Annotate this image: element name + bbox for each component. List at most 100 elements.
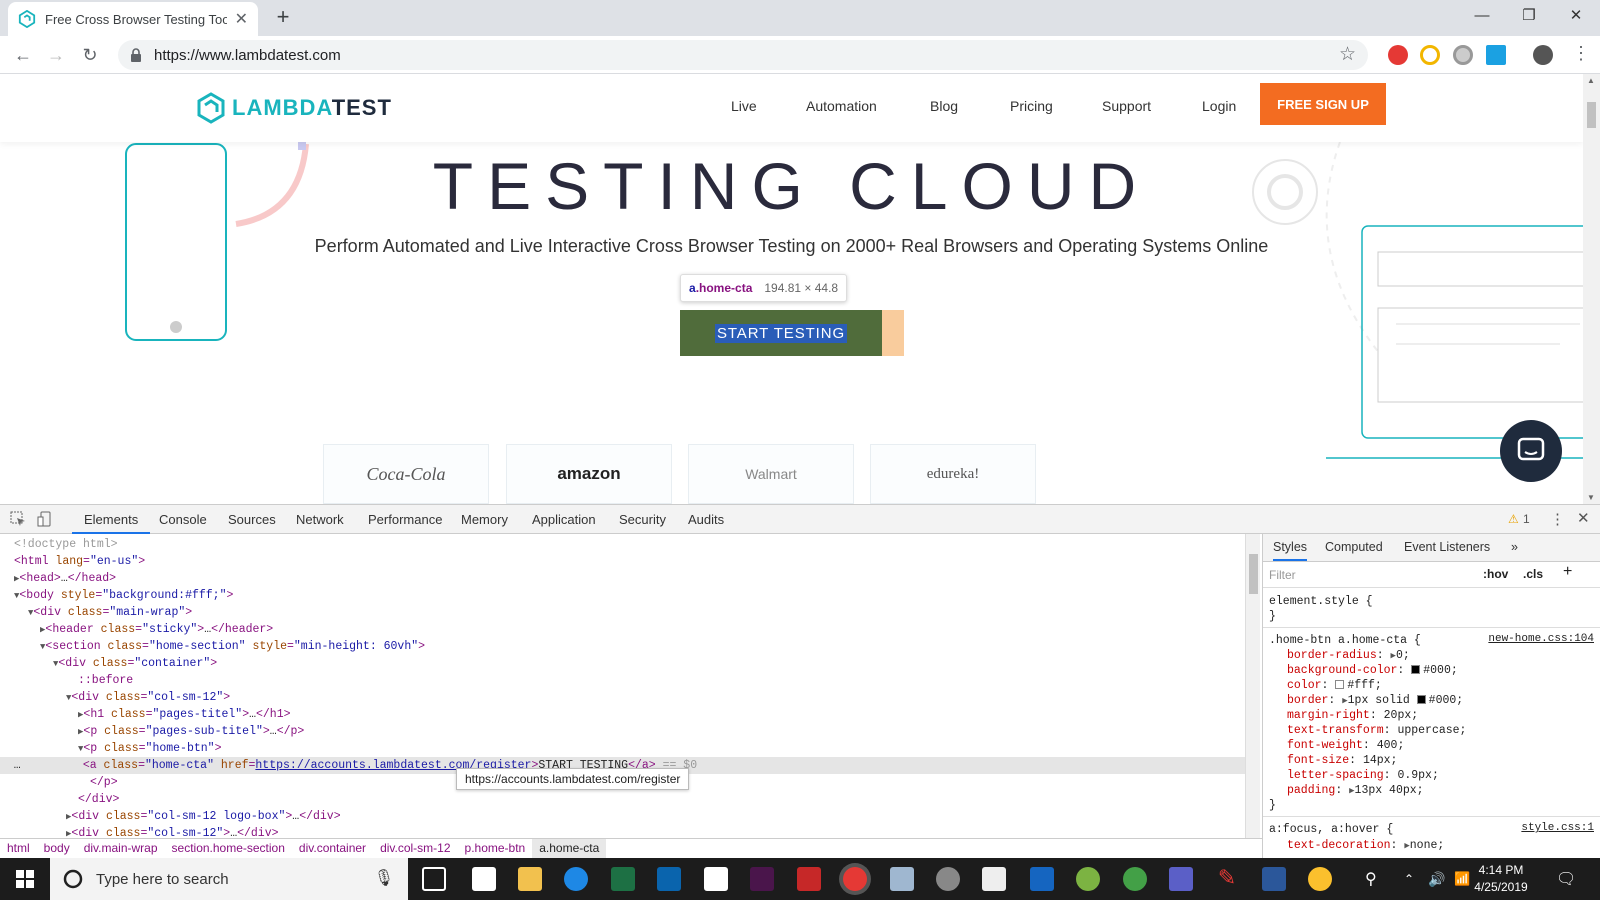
lambdatest-logo[interactable]: LAMBDATEST — [196, 92, 392, 124]
dom-node[interactable]: ▼<div class="main-wrap"> — [28, 604, 1245, 621]
breadcrumb-item[interactable]: div.container — [292, 839, 373, 858]
dom-node[interactable]: ▼<p class="home-btn"> — [78, 740, 1245, 757]
breadcrumb-item[interactable]: section.home-section — [165, 839, 292, 858]
reload-icon[interactable]: ↻ — [77, 43, 103, 69]
inspect-element-icon[interactable] — [10, 511, 26, 527]
internet-explorer-icon[interactable] — [564, 867, 588, 891]
warning-icon[interactable]: ⚠ — [1508, 512, 1519, 526]
breadcrumb-item[interactable]: div.col-sm-12 — [373, 839, 457, 858]
rule-property[interactable]: padding: ▶13px 40px; — [1287, 783, 1424, 798]
people-icon[interactable]: ⚲ — [1365, 858, 1377, 900]
rule-property[interactable]: font-weight: 400; — [1287, 738, 1404, 753]
breadcrumb-item[interactable]: html — [0, 839, 37, 858]
nav-live[interactable]: Live — [731, 98, 757, 114]
dom-node[interactable]: ▶<header class="sticky">…</header> — [40, 621, 1245, 638]
word-icon[interactable] — [1262, 867, 1286, 891]
device-toolbar-icon[interactable] — [37, 511, 53, 527]
calculator-icon[interactable] — [982, 867, 1006, 891]
color-swatch[interactable] — [1335, 680, 1345, 689]
forward-icon[interactable]: → — [43, 43, 69, 69]
tab-application[interactable]: Application — [532, 505, 596, 534]
taskbar-clock[interactable]: 4:14 PM 4/25/2019 — [1456, 862, 1546, 896]
chat-widget-button[interactable] — [1500, 420, 1562, 482]
browser-menu-icon[interactable]: ⋮ — [1572, 43, 1590, 64]
minimize-icon[interactable]: — — [1458, 0, 1506, 32]
dom-node[interactable]: ▼<body style="background:#fff;"> — [14, 587, 1245, 604]
outlook-icon[interactable] — [657, 867, 681, 891]
rule-source-link[interactable]: new-home.css:104 — [1488, 633, 1594, 645]
sticky-notes-icon[interactable] — [704, 867, 728, 891]
chrome-active-icon[interactable] — [843, 867, 867, 891]
nav-support[interactable]: Support — [1102, 98, 1151, 114]
more-tabs-icon[interactable]: » — [1511, 534, 1518, 561]
tab-styles[interactable]: Styles — [1273, 534, 1308, 561]
element-style-selector[interactable]: element.style { — [1269, 594, 1373, 609]
close-window-icon[interactable]: ✕ — [1552, 0, 1600, 32]
tab-memory[interactable]: Memory — [461, 505, 508, 534]
volume-icon[interactable]: 🔊 — [1428, 858, 1445, 900]
profile-avatar[interactable] — [1533, 45, 1553, 65]
network-app-icon[interactable] — [1123, 867, 1147, 891]
dom-node[interactable]: ▼<div class="container"> — [53, 655, 1245, 672]
dom-node[interactable]: ::before — [78, 672, 1245, 689]
rule2-property[interactable]: text-decoration: ▶none; — [1287, 838, 1444, 853]
dom-node[interactable]: ▶<div class="col-sm-12 logo-box">…</div> — [66, 808, 1245, 825]
tab-console[interactable]: Console — [159, 505, 207, 534]
dom-node[interactable]: ▼<section class="home-section" style="mi… — [40, 638, 1245, 655]
dom-node[interactable]: <!doctype html> — [14, 536, 1245, 553]
breadcrumb-item[interactable]: div.main-wrap — [77, 839, 165, 858]
page-scrollbar-thumb[interactable] — [1587, 102, 1596, 128]
rule-property[interactable]: background-color: #000; — [1287, 663, 1458, 678]
settings-icon[interactable] — [936, 867, 960, 891]
extension-compass-icon[interactable] — [1420, 45, 1440, 65]
slack-icon[interactable] — [750, 867, 774, 891]
rule-property[interactable]: text-transform: uppercase; — [1287, 723, 1466, 738]
nav-automation[interactable]: Automation — [806, 98, 877, 114]
scroll-down-icon[interactable]: ▼ — [1587, 493, 1595, 502]
address-bar[interactable]: https://www.lambdatest.com ☆ — [118, 40, 1368, 70]
pen-app-icon[interactable]: ✎ — [1215, 867, 1239, 891]
scroll-up-icon[interactable]: ▲ — [1587, 76, 1595, 85]
tab-audits[interactable]: Audits — [688, 505, 724, 534]
mcafee-icon[interactable] — [797, 867, 821, 891]
tab-event-listeners[interactable]: Event Listeners — [1404, 534, 1490, 561]
rule2-selector[interactable]: a:focus, a:hover { — [1269, 822, 1393, 837]
cls-toggle[interactable]: .cls — [1523, 567, 1543, 581]
start-testing-button[interactable]: START TESTING — [680, 310, 882, 356]
chrome-icon[interactable] — [1308, 867, 1332, 891]
extension-adblock-icon[interactable] — [1388, 45, 1408, 65]
dom-scrollbar[interactable] — [1245, 534, 1260, 838]
rule-property[interactable]: letter-spacing: 0.9px; — [1287, 768, 1439, 783]
color-swatch[interactable] — [1411, 665, 1421, 674]
nav-login[interactable]: Login — [1202, 98, 1236, 114]
dom-node[interactable]: ▶<p class="pages-sub-titel">…</p> — [78, 723, 1245, 740]
breadcrumb-item-current[interactable]: a.home-cta — [532, 839, 607, 858]
back-icon[interactable]: ← — [10, 43, 36, 69]
add-rule-icon[interactable]: + — [1563, 563, 1572, 581]
rule-selector[interactable]: .home-btn a.home-cta { — [1269, 633, 1421, 648]
devtools-menu-icon[interactable]: ⋮ — [1550, 510, 1565, 528]
nav-pricing[interactable]: Pricing — [1010, 98, 1053, 114]
paint-icon[interactable] — [890, 867, 914, 891]
rule-property[interactable]: color: #fff; — [1287, 678, 1382, 693]
extension-circle-icon[interactable] — [1453, 45, 1473, 65]
dom-node[interactable]: <html lang="en-us"> — [14, 553, 1245, 570]
browser-tab[interactable]: Free Cross Browser Testing Tool ✕ — [8, 2, 258, 36]
store-icon[interactable] — [1030, 867, 1054, 891]
dom-scrollbar-thumb[interactable] — [1249, 554, 1258, 594]
dom-node[interactable]: ▼<div class="col-sm-12"> — [66, 689, 1245, 706]
rule-property[interactable]: margin-right: 20px; — [1287, 708, 1418, 723]
free-signup-button[interactable]: FREE SIGN UP — [1260, 83, 1386, 125]
rule-property[interactable]: border-radius: ▶0; — [1287, 648, 1410, 663]
action-center-icon[interactable]: 🗨 — [1556, 858, 1576, 900]
dom-node[interactable]: </div> — [78, 791, 1245, 808]
rule-property[interactable]: font-size: 14px; — [1287, 753, 1397, 768]
tab-network[interactable]: Network — [296, 505, 344, 534]
tab-computed[interactable]: Computed — [1325, 534, 1383, 561]
taskbar-search-input[interactable]: Type here to search 🎙 — [50, 858, 408, 900]
file-explorer-icon[interactable] — [518, 867, 542, 891]
tab-security[interactable]: Security — [619, 505, 666, 534]
dom-node[interactable]: ▶<head>…</head> — [14, 570, 1245, 587]
new-tab-button[interactable]: + — [270, 5, 296, 31]
android-icon[interactable] — [1076, 867, 1100, 891]
